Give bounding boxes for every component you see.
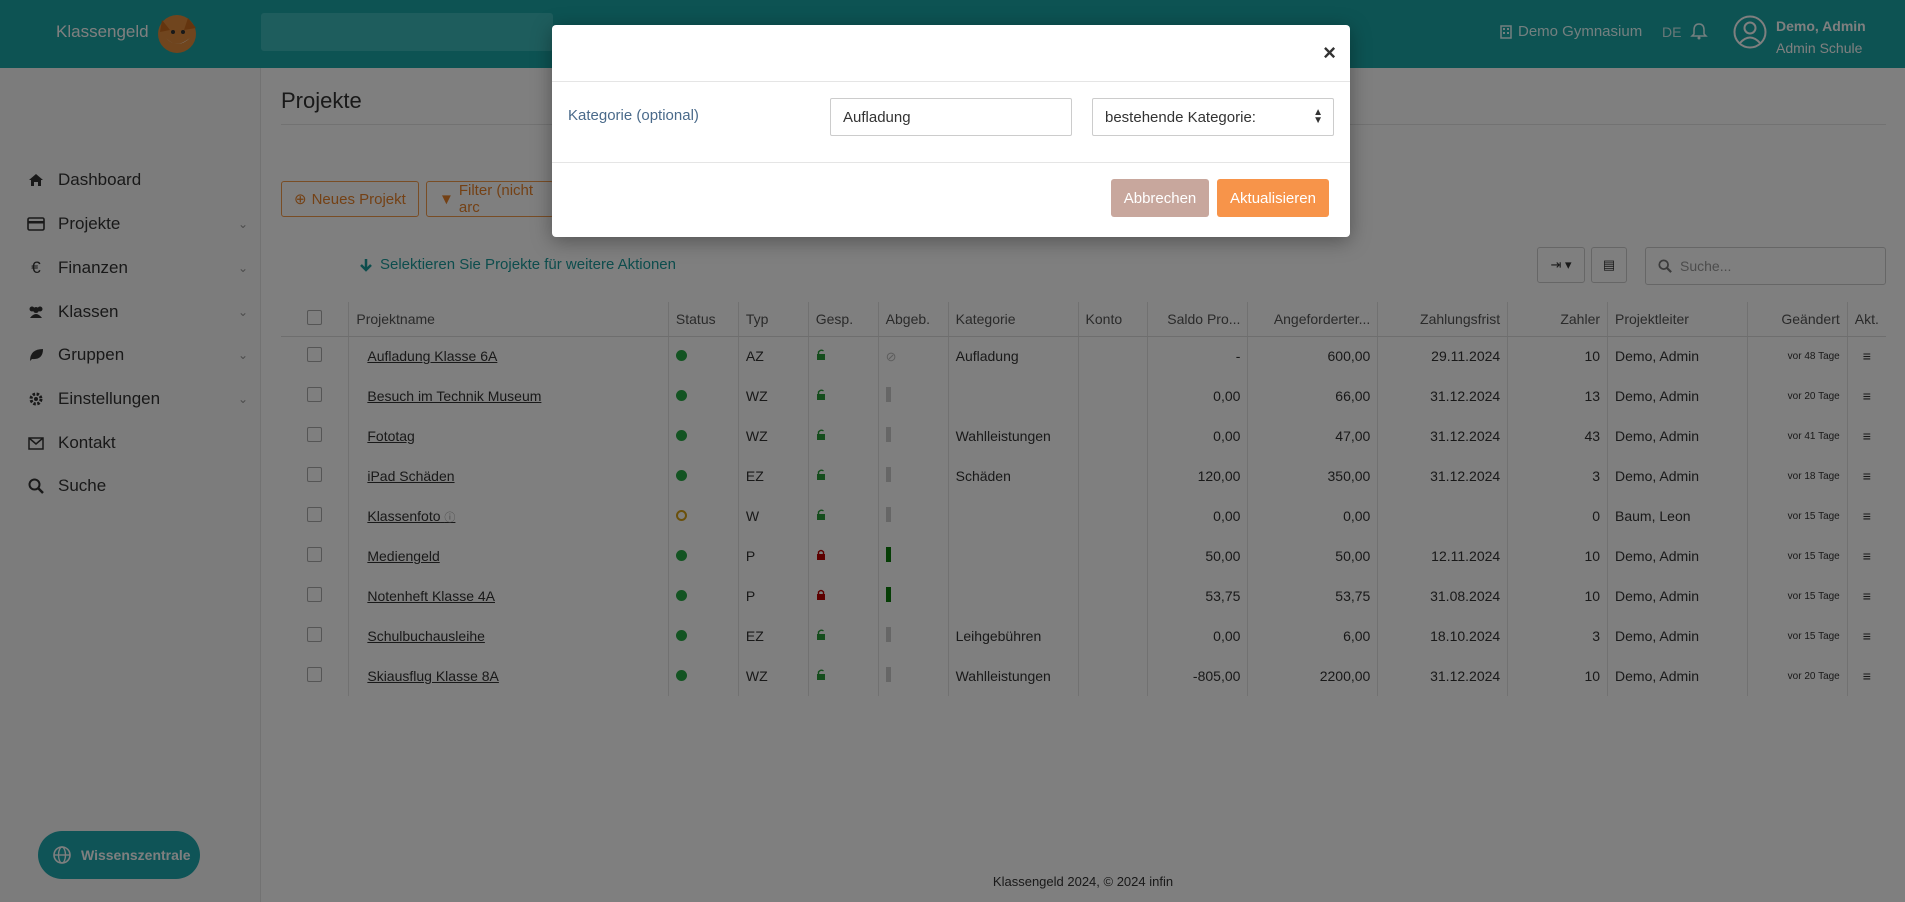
edit-category-modal: × Kategorie (optional) Aufladung bestehe… xyxy=(552,25,1350,237)
update-button[interactable]: Aktualisieren xyxy=(1217,179,1329,217)
existing-category-select[interactable]: bestehende Kategorie: ▲ ▼ xyxy=(1092,98,1334,136)
existing-category-value: bestehende Kategorie: xyxy=(1105,108,1256,126)
sort-arrows-icon: ▲ ▼ xyxy=(1313,107,1323,126)
category-input-value: Aufladung xyxy=(843,108,911,126)
category-label: Kategorie (optional) xyxy=(568,107,699,124)
category-input[interactable]: Aufladung xyxy=(830,98,1072,136)
divider xyxy=(552,81,1350,82)
close-icon[interactable]: × xyxy=(1323,40,1336,66)
divider xyxy=(552,162,1350,163)
cancel-button[interactable]: Abbrechen xyxy=(1111,179,1209,217)
